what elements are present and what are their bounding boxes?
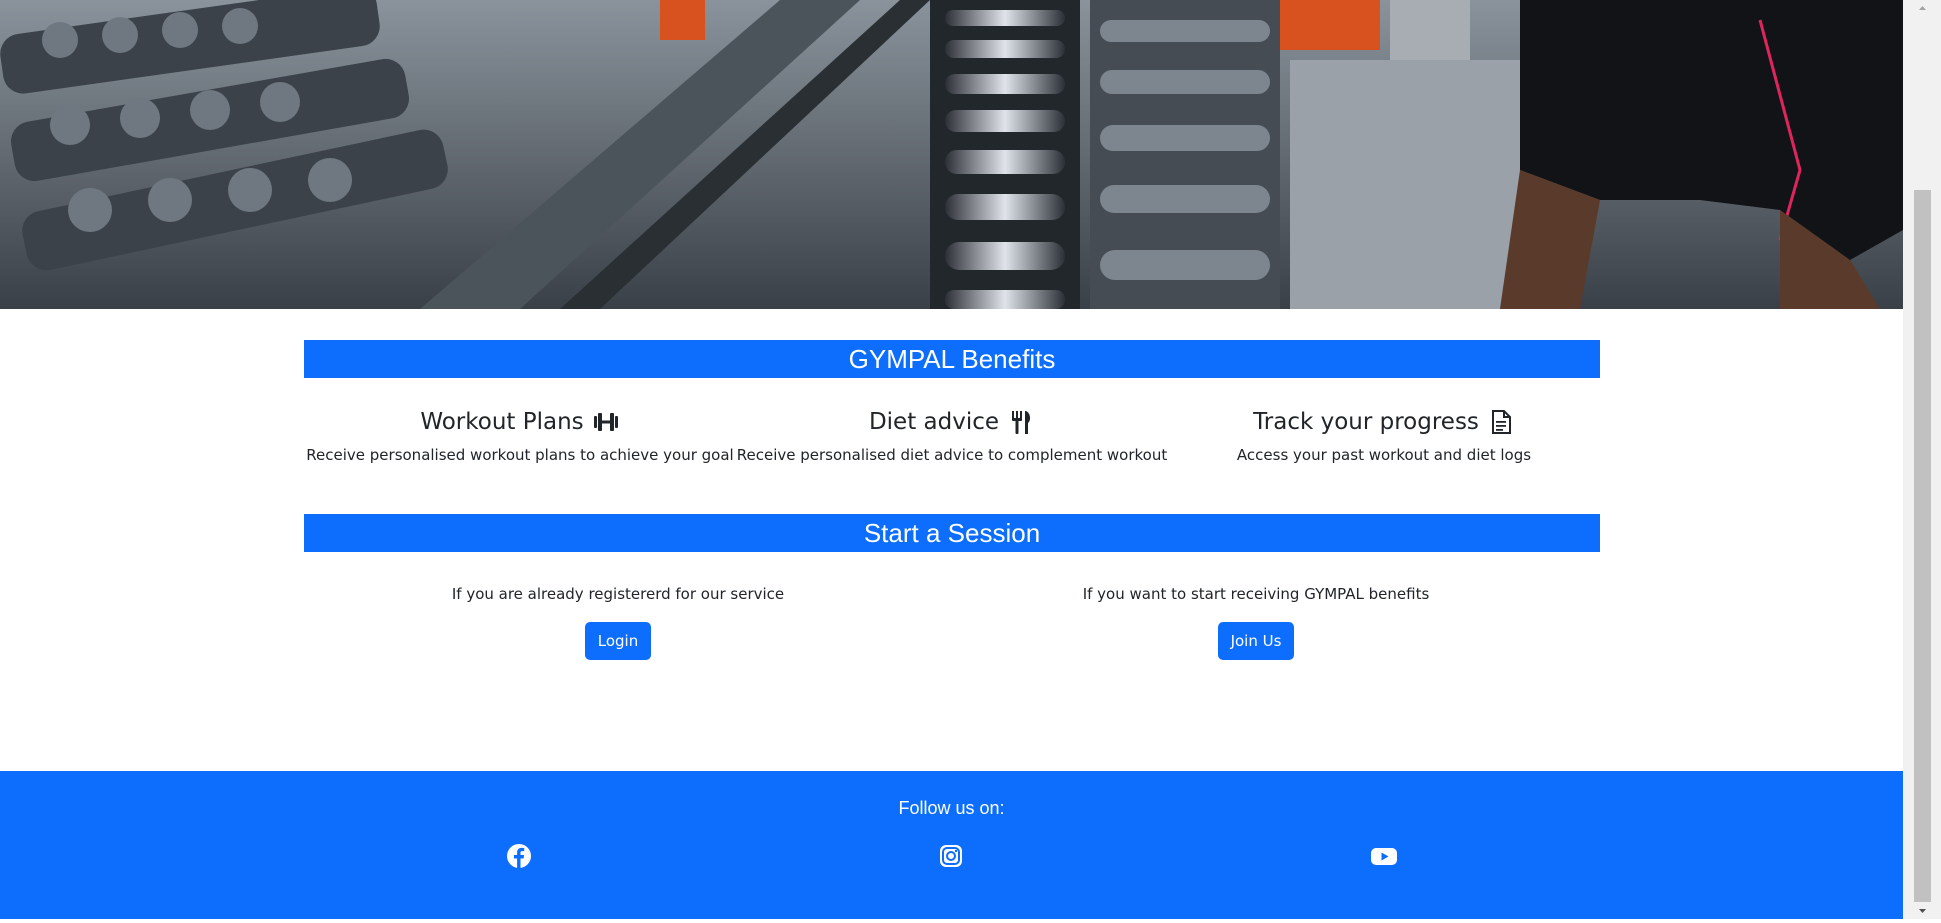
benefit-workout-plans: Workout Plans Receive personalised worko… [304, 404, 736, 466]
footer: Follow us on: [0, 771, 1903, 919]
benefit-title: Workout Plans [420, 409, 584, 435]
session-row: If you are already registererd for our s… [304, 580, 1600, 670]
fork-knife-icon [1007, 408, 1035, 436]
join-us-button[interactable]: Join Us [1217, 622, 1295, 660]
scroll-down-arrow-icon[interactable] [1914, 902, 1931, 919]
follow-text: Follow us on: [898, 798, 1005, 818]
scrollbar[interactable] [1903, 0, 1941, 919]
benefit-track-progress: Track your progress Access your past wor… [1168, 404, 1600, 466]
benefits-row: Workout Plans Receive personalised worko… [304, 404, 1600, 474]
instagram-icon[interactable] [937, 842, 965, 870]
benefit-description: Access your past workout and diet logs [1236, 446, 1532, 464]
benefit-title: Track your progress [1253, 409, 1479, 435]
youtube-icon[interactable] [1370, 842, 1398, 870]
benefit-description: Receive personalised workout plans to ac… [306, 446, 734, 464]
dumbbell-icon [592, 408, 620, 436]
hero-image [0, 0, 1903, 309]
login-button[interactable]: Login [584, 622, 652, 660]
join-text: If you want to start receiving GYMPAL be… [1082, 585, 1430, 603]
join-column: If you want to start receiving GYMPAL be… [932, 580, 1580, 660]
benefit-title: Diet advice [868, 409, 1000, 435]
login-text: If you are already registererd for our s… [451, 585, 785, 603]
page: GYMPAL Benefits Workout Plans Receive pe… [0, 0, 1903, 919]
benefit-description: Receive personalised diet advice to comp… [736, 446, 1168, 464]
document-icon [1487, 408, 1515, 436]
benefit-diet-advice: Diet advice Receive personalised diet ad… [736, 404, 1168, 466]
facebook-icon[interactable] [505, 842, 533, 870]
session-heading: Start a Session [304, 514, 1600, 552]
scroll-up-arrow-icon[interactable] [1914, 0, 1931, 17]
scroll-thumb[interactable] [1914, 190, 1931, 902]
login-column: If you are already registererd for our s… [294, 580, 942, 660]
benefits-heading: GYMPAL Benefits [304, 340, 1600, 378]
